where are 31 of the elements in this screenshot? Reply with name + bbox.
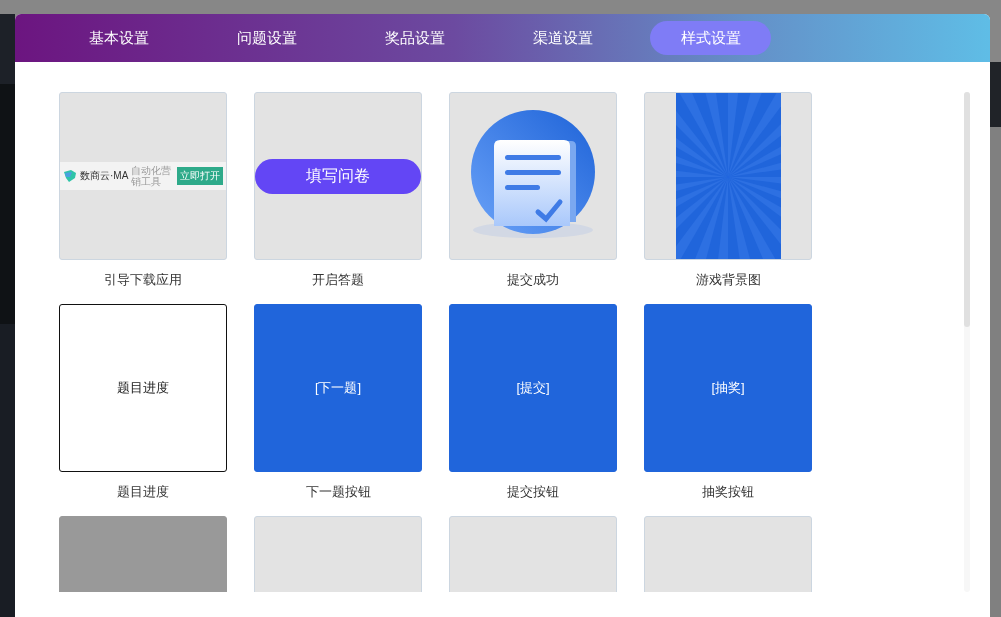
card-text: [提交] — [516, 379, 550, 397]
style-card[interactable] — [644, 92, 812, 260]
card-label: 提交成功 — [507, 271, 559, 289]
card-label: 引导下载应用 — [104, 271, 182, 289]
style-card[interactable] — [449, 92, 617, 260]
style-card[interactable]: 填写问卷 — [254, 92, 422, 260]
style-card[interactable]: 题目进度 — [59, 304, 227, 472]
tab[interactable]: 基本设置 — [58, 21, 179, 55]
scrollbar-thumb[interactable] — [964, 92, 970, 327]
card-label: 开启答题 — [312, 271, 364, 289]
card-text: [下一题] — [314, 379, 362, 397]
logo-icon — [63, 169, 77, 183]
card-label: 抽奖按钮 — [702, 483, 754, 501]
brand-name: 数商云·MA — [80, 169, 129, 183]
scrollbar-track[interactable] — [964, 92, 970, 592]
tab[interactable]: 问题设置 — [206, 21, 327, 55]
style-card[interactable]: [抽奖] — [644, 304, 812, 472]
slogan-text: 自动化营销工具 — [131, 165, 173, 187]
card-label: 题目进度 — [117, 483, 169, 501]
style-card[interactable]: [提交] — [449, 304, 617, 472]
card-text: 题目进度 — [117, 379, 169, 397]
card-label: 提交按钮 — [507, 483, 559, 501]
open-button[interactable]: 立即打开 — [177, 167, 223, 185]
card-label: 游戏背景图 — [695, 271, 761, 289]
card-text: [抽奖] — [711, 379, 745, 397]
survey-button[interactable]: 填写问卷 — [255, 158, 421, 194]
tab[interactable]: 奖品设置 — [354, 21, 475, 55]
tab[interactable]: 样式设置 — [650, 21, 771, 55]
card-label: 下一题按钮 — [305, 483, 371, 501]
tab[interactable]: 渠道设置 — [502, 21, 623, 55]
style-card[interactable]: [下一题] — [254, 304, 422, 472]
